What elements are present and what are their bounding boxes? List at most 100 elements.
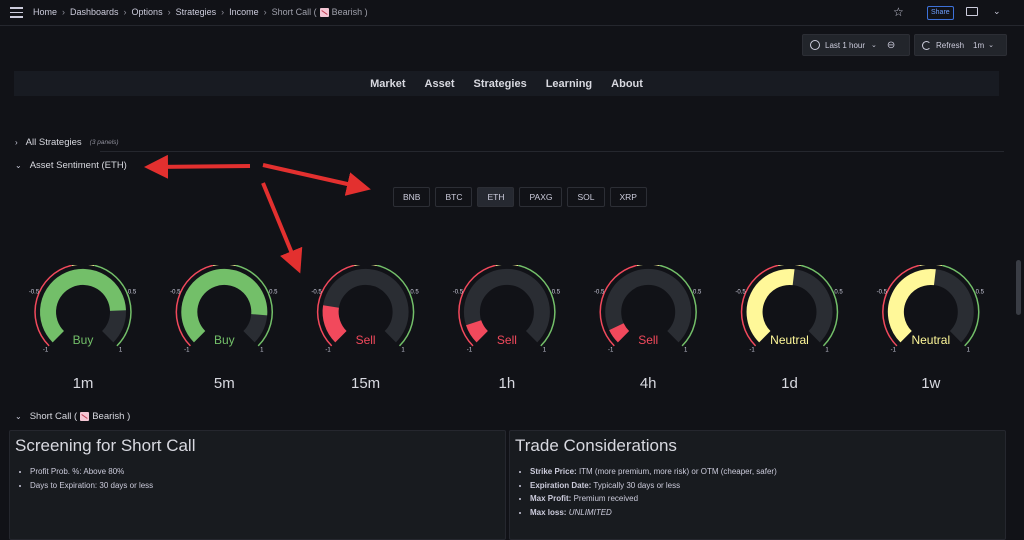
gauge-tick-label: -0.5 (311, 290, 322, 296)
nav-strategies[interactable]: Strategies (474, 78, 527, 90)
gauge-value-arc (755, 277, 794, 337)
row-title: All Strategies (26, 137, 82, 148)
gauge-interval-label: 15m (351, 375, 380, 392)
refresh-button[interactable]: Refresh 1m ⌄ (914, 34, 1007, 56)
breadcrumb-current: Short Call (Bearish ) (272, 7, 368, 17)
gauge-tick-label: -1 (891, 348, 897, 354)
gauge-tick-label: 0.5 (552, 290, 561, 296)
chevron-right-icon: › (15, 138, 18, 147)
row-all-strategies[interactable]: › All Strategies (3 panels) (15, 137, 119, 148)
screening-list: Profit Prob. %: Above 80% Days to Expira… (10, 465, 505, 492)
nav-learning[interactable]: Learning (546, 78, 592, 90)
share-button[interactable]: Share (927, 6, 954, 20)
top-bar: Home› Dashboards› Options› Strategies› I… (0, 0, 1024, 26)
asset-button-btc[interactable]: BTC (435, 187, 472, 207)
gauge-tick-label: 0.5 (128, 290, 137, 296)
gauge-signal-label: Neutral (911, 333, 950, 347)
panel-title: Trade Considerations (515, 436, 1005, 456)
gauge-value-arc (331, 307, 341, 337)
list-item: Strike Price: ITM (more premium, more ri… (530, 465, 1005, 479)
gauge-value-arc (474, 323, 483, 337)
breadcrumb-income[interactable]: Income (229, 7, 259, 17)
row-short-call[interactable]: ⌄ Short Call (Bearish ) (15, 411, 130, 422)
asset-button-eth[interactable]: ETH (477, 187, 514, 207)
breadcrumb-options[interactable]: Options (132, 7, 163, 17)
gauge-signal-label: Buy (73, 333, 94, 347)
gauge-value-arc (616, 327, 623, 337)
chevron-down-icon[interactable]: ⌄ (993, 6, 1001, 17)
gauge-tick-label: 1 (260, 348, 264, 354)
nav-asset[interactable]: Asset (425, 78, 455, 90)
row-panel-count: (3 panels) (90, 139, 119, 146)
gauge-signal-label: Sell (638, 333, 658, 347)
gauge-tick-label: -1 (749, 348, 755, 354)
arrow-to-row-title (150, 166, 250, 167)
gauge-tick-label: 1 (684, 348, 688, 354)
panel-screening: Screening for Short Call Profit Prob. %:… (9, 430, 506, 540)
refresh-icon (922, 41, 931, 50)
gauge-signal-label: Sell (497, 333, 517, 347)
gauge-tick-label: 0.5 (693, 290, 702, 296)
chevron-down-icon: ⌄ (15, 161, 22, 170)
breadcrumb-strategies[interactable]: Strategies (176, 7, 217, 17)
sentiment-gauges: -1-0.5-0.10.10.51Buy1m-1-0.5-0.10.10.51B… (0, 265, 1024, 395)
clock-icon (810, 40, 820, 50)
gauge-tick-label: 1 (401, 348, 405, 354)
gauge-tick-label: -0.5 (170, 290, 181, 296)
gauge-tick-label: -0.5 (453, 290, 464, 296)
gauge-tick-label: -0.5 (594, 290, 605, 296)
gauge-tick-label: -1 (43, 348, 49, 354)
gauge-signal-label: Neutral (770, 333, 809, 347)
zoom-out-icon[interactable]: ⊖ (887, 40, 895, 51)
gauge-interval-label: 4h (640, 375, 657, 392)
row-title: Short Call (Bearish ) (30, 411, 131, 422)
gauge-tick-label: -1 (325, 348, 331, 354)
chevron-down-icon: ⌄ (15, 412, 22, 421)
refresh-interval[interactable]: 1m (973, 41, 984, 50)
gauge-tick-label: 1 (543, 348, 547, 354)
menu-icon[interactable] (10, 7, 23, 18)
list-item: Profit Prob. %: Above 80% (30, 465, 505, 479)
gauge-value-arc (896, 277, 935, 337)
time-range-picker[interactable]: Last 1 hour ⌄ ⊖ (802, 34, 910, 56)
nav-market[interactable]: Market (370, 78, 405, 90)
gauge-tick-label: -0.5 (877, 290, 888, 296)
arrow-to-asset-buttons (263, 165, 365, 188)
gauge-interval-label: 1m (73, 375, 94, 392)
asset-button-xrp[interactable]: XRP (610, 187, 647, 207)
gauge-interval-label: 1d (781, 375, 798, 392)
list-item: Expiration Date: Typically 30 days or le… (530, 479, 1005, 493)
gauge-tick-label: 1 (967, 348, 971, 354)
gauge-interval-label: 5m (214, 375, 235, 392)
gauge-tick-label: -1 (608, 348, 614, 354)
list-item: Days to Expiration: 30 days or less (30, 479, 505, 493)
gauge-tick-label: -1 (184, 348, 190, 354)
breadcrumb-home[interactable]: Home (33, 7, 57, 17)
chevron-down-icon: ⌄ (871, 41, 877, 49)
trade-list: Strike Price: ITM (more premium, more ri… (510, 465, 1005, 519)
nav-about[interactable]: About (611, 78, 643, 90)
list-item: Max loss: UNLIMITED (530, 506, 1005, 520)
star-icon[interactable]: ☆ (893, 5, 904, 19)
breadcrumb-dashboards[interactable]: Dashboards (70, 7, 119, 17)
panel-trade-considerations: Trade Considerations Strike Price: ITM (… (509, 430, 1006, 540)
asset-button-paxg[interactable]: PAXG (519, 187, 562, 207)
gauge-tick-label: 0.5 (976, 290, 985, 296)
gauge-signal-label: Buy (214, 333, 235, 347)
scrollbar[interactable] (1016, 260, 1021, 315)
panel-title: Screening for Short Call (15, 436, 505, 456)
gauge-signal-label: Sell (356, 333, 376, 347)
gauge-tick-label: 1 (119, 348, 123, 354)
gauge-tick-label: 0.5 (269, 290, 278, 296)
row-title: Asset Sentiment (ETH) (30, 160, 127, 171)
breadcrumb: Home› Dashboards› Options› Strategies› I… (33, 7, 368, 17)
refresh-label: Refresh (936, 41, 964, 50)
row-asset-sentiment[interactable]: ⌄ Asset Sentiment (ETH) (15, 160, 127, 171)
bearish-chart-icon (320, 8, 329, 17)
asset-button-bnb[interactable]: BNB (393, 187, 430, 207)
kiosk-mode-icon[interactable] (966, 7, 978, 16)
gauge-tick-label: -0.5 (735, 290, 746, 296)
gauge-tick-label: -0.5 (29, 290, 40, 296)
asset-button-sol[interactable]: SOL (567, 187, 604, 207)
arrow-to-gauges (263, 183, 298, 268)
